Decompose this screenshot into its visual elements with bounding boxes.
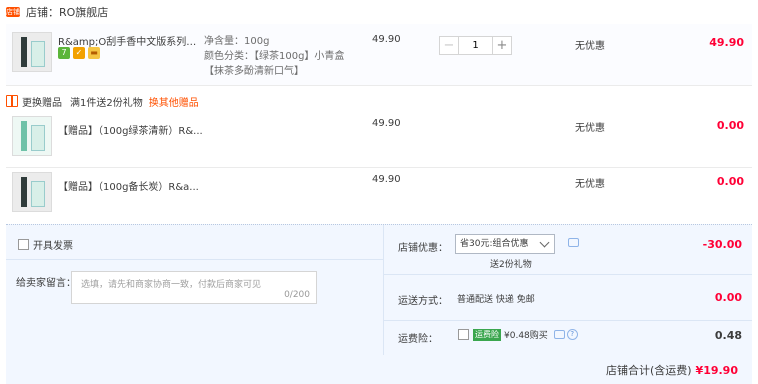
quantity-stepper: − + bbox=[439, 36, 512, 55]
gift-total: 0.00 bbox=[716, 119, 744, 132]
coupon-label: 店铺优惠： bbox=[398, 243, 448, 254]
gift-discount: 无优惠 bbox=[575, 179, 605, 190]
insurance-row: 运费险： 运费险 ¥0.48购买 ? 0.48 bbox=[384, 321, 752, 355]
item-total: 49.90 bbox=[709, 36, 744, 49]
coupon-select[interactable]: 省30元:组合优惠 bbox=[455, 234, 555, 254]
shipping-method[interactable]: 普通配送 快递 免邮 bbox=[457, 292, 535, 305]
chevron-down-icon bbox=[539, 237, 550, 248]
shipping-row: 运送方式： 普通配送 快递 免邮 0.00 bbox=[384, 275, 752, 321]
insurance-label: 运费险： bbox=[398, 334, 438, 345]
chat-icon[interactable] bbox=[568, 238, 579, 247]
chat-icon[interactable] bbox=[553, 330, 565, 339]
shop-badge-icon: 店铺 bbox=[6, 7, 20, 17]
shop-name[interactable]: 店铺：RO旗舰店 bbox=[26, 4, 108, 20]
seller-message-input[interactable]: 选填，请先和商家协商一致，付款后商家可见 0/200 bbox=[71, 271, 317, 304]
invoice-option[interactable]: 开具发票 bbox=[18, 237, 73, 252]
unit-price: 49.90 bbox=[372, 34, 401, 45]
invoice-checkbox[interactable] bbox=[18, 239, 29, 250]
gift-title[interactable]: 【赠品】（100g备长炭）R&a... bbox=[58, 178, 218, 193]
shipping-label: 运送方式： bbox=[398, 296, 448, 307]
gift-title[interactable]: 【赠品】（100g绿茶清新）R&... bbox=[58, 122, 218, 137]
sku-line-extra: 【抹茶多酚清新口气】 bbox=[204, 66, 304, 77]
gift-item: 【赠品】（100g绿茶清新）R&... 49.90 无优惠 0.00 bbox=[6, 112, 752, 168]
shop-header: 店铺 店铺：RO旗舰店 bbox=[0, 0, 758, 24]
insurance-price: 0.48 bbox=[714, 329, 742, 342]
change-gift-link[interactable]: 换其他赠品 bbox=[149, 94, 199, 109]
message-char-count: 0/200 bbox=[284, 290, 310, 300]
sku-line-color: 颜色分类：【绿茶100g】小青盒 bbox=[204, 51, 345, 62]
product-thumbnail[interactable] bbox=[12, 32, 52, 72]
card-icon[interactable]: ▬ bbox=[88, 47, 100, 59]
sku-line-volume: 净含量：100g bbox=[204, 36, 270, 47]
gift-price: 49.90 bbox=[372, 118, 401, 129]
gift-total: 0.00 bbox=[716, 175, 744, 188]
product-title[interactable]: R&amp;O刮手香中文版系列清... bbox=[58, 33, 198, 48]
shipping-price: 0.00 bbox=[714, 291, 742, 304]
gift-discount: 无优惠 bbox=[575, 123, 605, 134]
insurance-text: ¥0.48购买 bbox=[504, 331, 548, 341]
message-placeholder: 选填，请先和商家协商一致，付款后商家可见 bbox=[81, 280, 262, 290]
service-icon[interactable]: ✓ bbox=[73, 47, 85, 59]
gift-icon bbox=[6, 95, 18, 107]
gift-item: 【赠品】（100g备长炭）R&a... 49.90 无优惠 0.00 bbox=[6, 168, 752, 224]
gift-thumbnail[interactable] bbox=[12, 116, 52, 156]
help-icon[interactable]: ? bbox=[566, 329, 578, 340]
shop-total: 店铺合计(含运费) ¥19.90 bbox=[606, 362, 738, 378]
quantity-decrease-button[interactable]: − bbox=[439, 36, 459, 55]
quantity-input[interactable] bbox=[459, 36, 492, 55]
message-label: 给卖家留言： bbox=[16, 278, 76, 289]
gift-thumbnail[interactable] bbox=[12, 172, 52, 212]
gift-bar-desc: 满1件送2份礼物 bbox=[70, 97, 143, 109]
coupon-selected: 省30元:组合优惠 bbox=[460, 239, 529, 249]
gift-price: 49.90 bbox=[372, 174, 401, 185]
product-sku[interactable]: 净含量：100g 颜色分类：【绿茶100g】小青盒 【抹茶多酚清新口气】 bbox=[204, 34, 344, 79]
cart-item-main: R&amp;O刮手香中文版系列清... 7 ✓ ▬ 净含量：100g 颜色分类：… bbox=[6, 24, 752, 86]
insurance-tag: 运费险 bbox=[473, 328, 501, 341]
seven-day-return-icon[interactable]: 7 bbox=[58, 47, 70, 59]
shop-total-label: 店铺合计(含运费) bbox=[605, 364, 692, 377]
invoice-label: 开具发票 bbox=[33, 241, 73, 252]
order-options-panel: 开具发票 给卖家留言： 选填，请先和商家协商一致，付款后商家可见 0/200 店… bbox=[6, 224, 752, 384]
insurance-checkbox[interactable] bbox=[458, 329, 469, 340]
divider bbox=[6, 259, 383, 260]
coupon-value: -30.00 bbox=[702, 238, 742, 251]
coupon-row: 店铺优惠： 省30元:组合优惠 送2份礼物 -30.00 bbox=[384, 225, 752, 275]
quantity-increase-button[interactable]: + bbox=[492, 36, 512, 55]
gift-bar-label: 更换赠品 bbox=[22, 97, 62, 109]
item-discount: 无优惠 bbox=[575, 41, 605, 52]
gift-bar: 更换赠品 满1件送2份礼物 换其他赠品 bbox=[6, 92, 199, 110]
product-badges: 7 ✓ ▬ bbox=[58, 47, 100, 59]
insurance-option[interactable]: 运费险 ¥0.48购买 ? bbox=[458, 328, 578, 341]
shop-total-amount: ¥19.90 bbox=[695, 364, 738, 377]
coupon-gift-note: 送2份礼物 bbox=[490, 260, 532, 270]
